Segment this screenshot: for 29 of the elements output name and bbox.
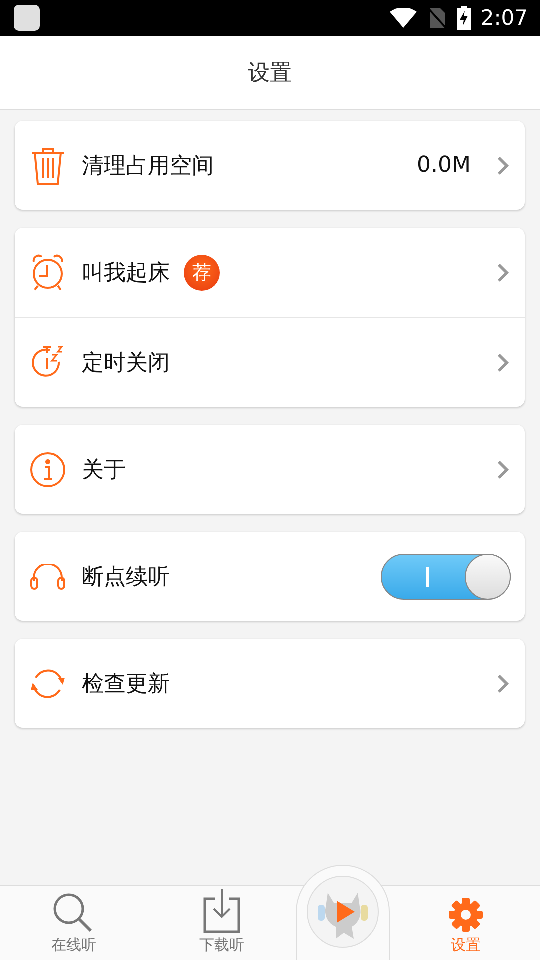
- setting-label: 关于: [82, 456, 126, 484]
- info-icon: [30, 452, 66, 488]
- wifi-icon: [390, 8, 417, 28]
- chevron-right-icon[interactable]: [497, 262, 509, 282]
- app-notification-icon: [14, 5, 40, 31]
- setting-label: 叫我起床: [82, 260, 170, 288]
- nav-tab[interactable]: 在线听: [0, 886, 148, 960]
- setting-label: 清理占用空间: [82, 152, 214, 180]
- chevron-right-icon[interactable]: [497, 352, 509, 372]
- setting-label: 检查更新: [82, 670, 170, 698]
- chevron-right-icon[interactable]: [497, 156, 509, 176]
- clock-time: 2:07: [480, 6, 528, 30]
- nav-tab[interactable]: 设置: [392, 886, 540, 960]
- page-title: 设置: [248, 60, 292, 88]
- player-button[interactable]: [307, 876, 379, 948]
- alarm-clock-icon: [30, 254, 66, 292]
- setting-label: 断点续听: [82, 564, 170, 592]
- trash-icon: [30, 146, 66, 184]
- recommend-badge: 荐: [184, 254, 220, 290]
- setting-label: 定时关闭: [82, 350, 170, 378]
- battery-charging-icon: [456, 6, 471, 30]
- chevron-right-icon[interactable]: [497, 460, 509, 480]
- chevron-right-icon[interactable]: [497, 674, 509, 694]
- download-icon: [203, 889, 241, 933]
- storage-value: 0.0M: [417, 153, 471, 178]
- gear-icon: [448, 897, 484, 933]
- toggle-switch[interactable]: [381, 554, 511, 600]
- headphones-icon: [30, 564, 66, 590]
- nav-tab[interactable]: 下载听: [148, 886, 296, 960]
